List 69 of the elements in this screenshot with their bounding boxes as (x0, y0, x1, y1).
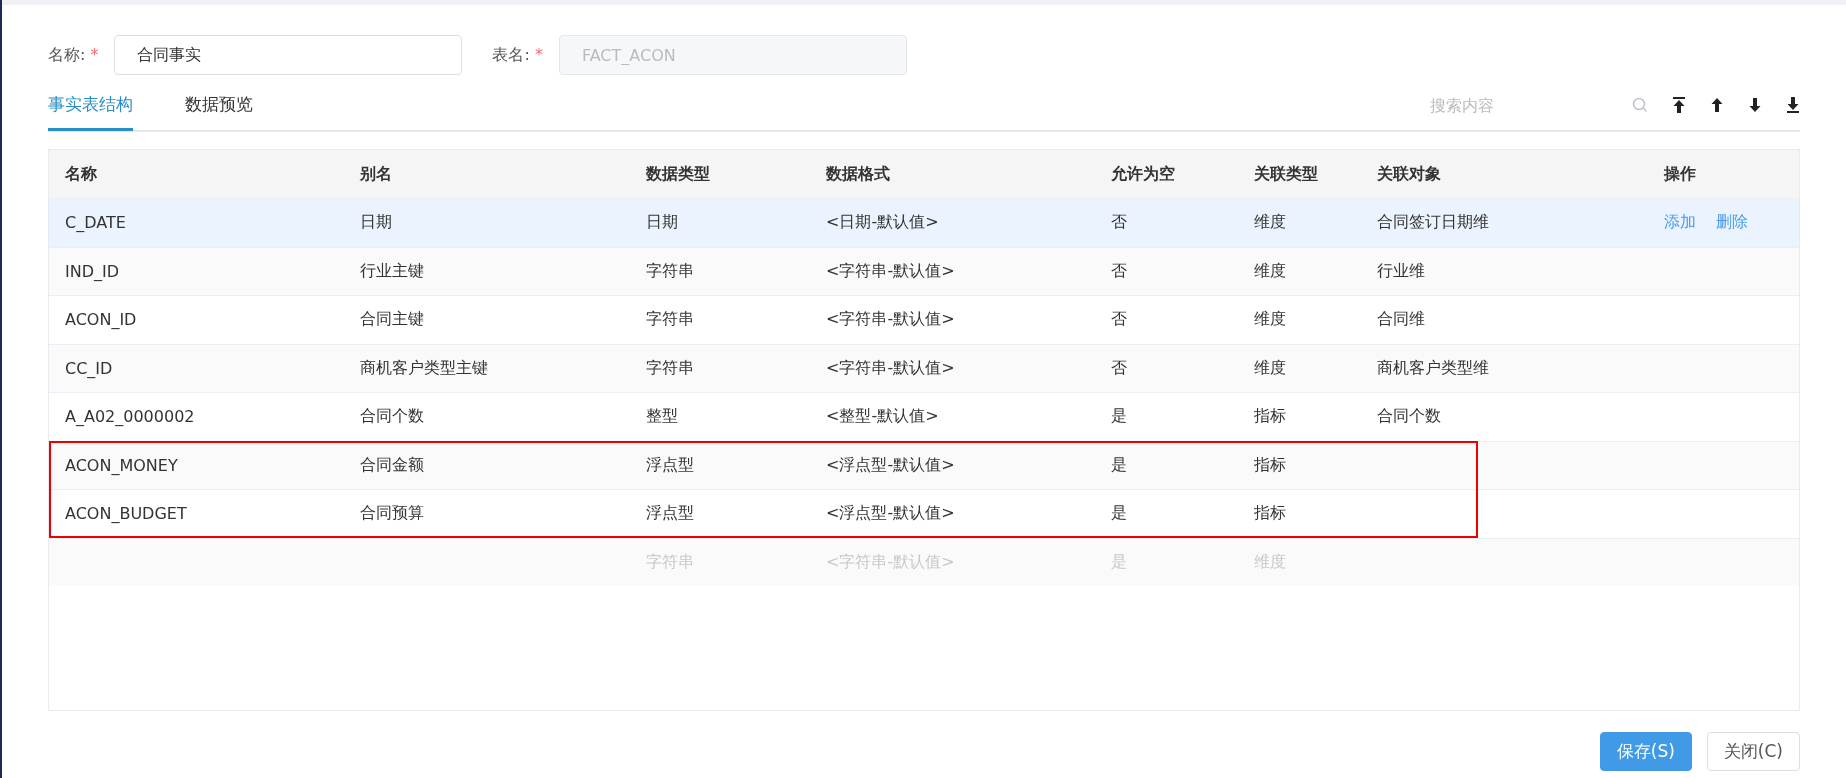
table-cell: 否 (1111, 309, 1127, 329)
table-cell: 整型 (646, 406, 678, 426)
column-header: 名称 (64, 163, 98, 185)
column-header: 关联对象 (1376, 163, 1442, 185)
column-header: 操作 (1662, 163, 1697, 185)
table-row[interactable]: CC_ID 商机客户类型主键 字符串 <字符串-默认值> 否 维度 商机客户类型维 (49, 343, 1799, 392)
name-label: 名称: * (48, 44, 99, 66)
close-button[interactable]: 关闭(C) (1706, 732, 1800, 771)
table-cell: 字符串 (646, 357, 694, 377)
table-cell: 维度 (1254, 260, 1286, 280)
tab[interactable]: 数据预览 (185, 81, 253, 131)
table-cell: 行业主键 (360, 260, 424, 280)
table-cell: C_DATE (65, 213, 126, 233)
column-header: 别名 (359, 163, 393, 185)
table-cell: 合同签订日期维 (1377, 212, 1489, 232)
table-cell: 合同个数 (1377, 406, 1441, 426)
table-cell: 浮点型 (646, 454, 694, 474)
name-input[interactable]: 合同事实 (114, 35, 463, 75)
table-cell: 指标 (1254, 406, 1286, 426)
table-cell: <字符串-默认值> (826, 260, 955, 280)
table-cell: 是 (1111, 454, 1127, 474)
table-cell: 指标 (1254, 454, 1286, 474)
table-cell: 合同维 (1377, 309, 1425, 329)
table-cell: 否 (1111, 212, 1127, 232)
table-cell: 维度 (1254, 309, 1286, 329)
arrow-down-icon[interactable] (1748, 98, 1762, 112)
table-cell: 合同个数 (360, 406, 424, 426)
table-cell: 是 (1111, 503, 1127, 523)
move-top-icon[interactable] (1672, 97, 1686, 113)
table-cell: <字符串-默认值> (826, 357, 955, 377)
table-cell: 否 (1111, 260, 1127, 280)
table-cell: ACON_BUDGET (65, 504, 187, 524)
table-cell: 合同金额 (360, 454, 424, 474)
table-name-label: 表名: * (492, 44, 543, 66)
table-cell: 维度 (1254, 212, 1286, 232)
table-row[interactable]: ACON_BUDGET 合同预算 浮点型 <浮点型-默认值> 是 指标 (49, 489, 1799, 538)
table-cell: ACON_ID (65, 310, 137, 330)
column-header: 数据格式 (825, 163, 891, 185)
table-cell: 商机客户类型主键 (360, 357, 488, 377)
table-cell: 浮点型 (646, 503, 694, 523)
arrow-up-icon[interactable] (1710, 98, 1724, 112)
table-cell: 字符串 (646, 309, 694, 329)
table-cell: CC_ID (65, 358, 113, 378)
move-bottom-icon[interactable] (1786, 97, 1800, 113)
table-cell: 日期 (646, 212, 678, 232)
column-header: 允许为空 (1110, 163, 1176, 185)
table-cell: 否 (1111, 357, 1127, 377)
column-header: 关联类型 (1253, 163, 1319, 185)
table-cell: 字符串 (646, 260, 694, 280)
table-row[interactable]: ACON_MONEY 合同金额 浮点型 <浮点型-默认值> 是 指标 (49, 440, 1799, 489)
table-cell: 合同主键 (360, 309, 424, 329)
table-cell: <字符串-默认值> (826, 309, 955, 329)
table-cell: <日期-默认值> (826, 212, 939, 232)
column-header: 数据类型 (645, 163, 711, 185)
table-cell: 行业维 (1377, 260, 1425, 280)
table-cell: IND_ID (65, 261, 120, 281)
table-cell: ACON_MONEY (65, 455, 178, 475)
table-cell: <浮点型-默认值> (826, 454, 955, 474)
table-cell: 日期 (360, 212, 392, 232)
table-row[interactable]: IND_ID 行业主键 字符串 <字符串-默认值> 否 维度 行业维 (49, 246, 1799, 295)
table-cell: 指标 (1254, 503, 1286, 523)
table-cell: 商机客户类型维 (1377, 357, 1489, 377)
table-cell: A_A02_0000002 (65, 407, 195, 427)
table-cell: 是 (1111, 406, 1127, 426)
tab[interactable]: 事实表结构 (48, 81, 133, 131)
table-cell: 合同预算 (360, 503, 424, 523)
table-cell: <整型-默认值> (826, 406, 939, 426)
table-cell: <浮点型-默认值> (826, 503, 955, 523)
table-cell: 维度 (1254, 357, 1286, 377)
